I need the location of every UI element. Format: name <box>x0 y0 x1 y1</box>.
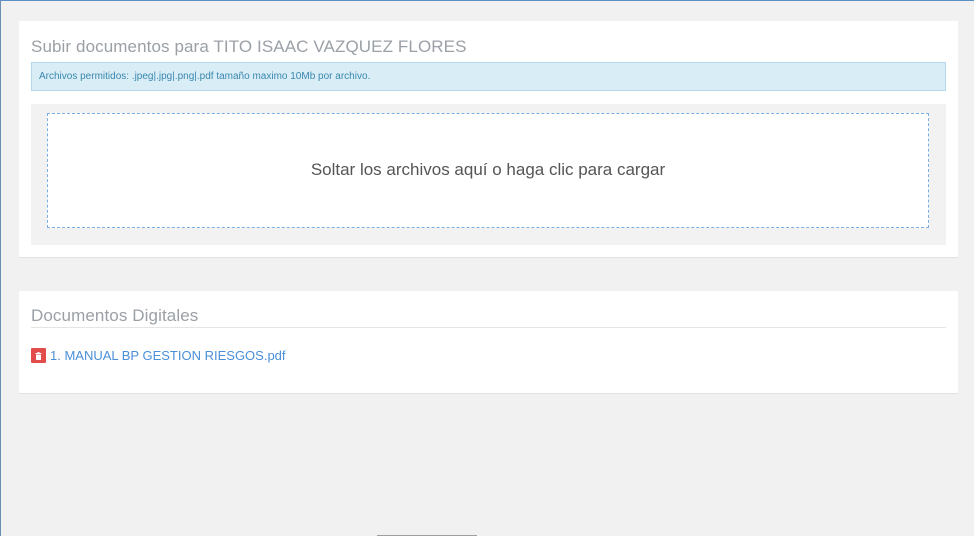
title-divider <box>31 327 946 328</box>
file-dropzone[interactable]: Soltar los archivos aquí o haga clic par… <box>47 113 929 228</box>
upload-panel: Subir documentos para TITO ISAAC VAZQUEZ… <box>19 21 958 258</box>
documents-panel-title: Documentos Digitales <box>31 306 199 325</box>
upload-panel-title: Subir documentos para TITO ISAAC VAZQUEZ… <box>31 37 467 56</box>
dropzone-message: Soltar los archivos aquí o haga clic par… <box>310 160 666 179</box>
document-list-item: 1. MANUAL BP GESTION RIESGOS.pdf <box>31 348 286 363</box>
dropzone-container: Soltar los archivos aquí o haga clic par… <box>31 104 946 245</box>
delete-document-button[interactable] <box>31 348 46 363</box>
document-link[interactable]: 1. MANUAL BP GESTION RIESGOS.pdf <box>50 348 286 363</box>
trash-icon <box>35 351 42 360</box>
allowed-files-alert: Archivos permitidos: .jpeg|.jpg|.png|.pd… <box>31 62 946 91</box>
documents-panel: Documentos Digitales 1. MANUAL BP GESTIO… <box>19 291 958 394</box>
